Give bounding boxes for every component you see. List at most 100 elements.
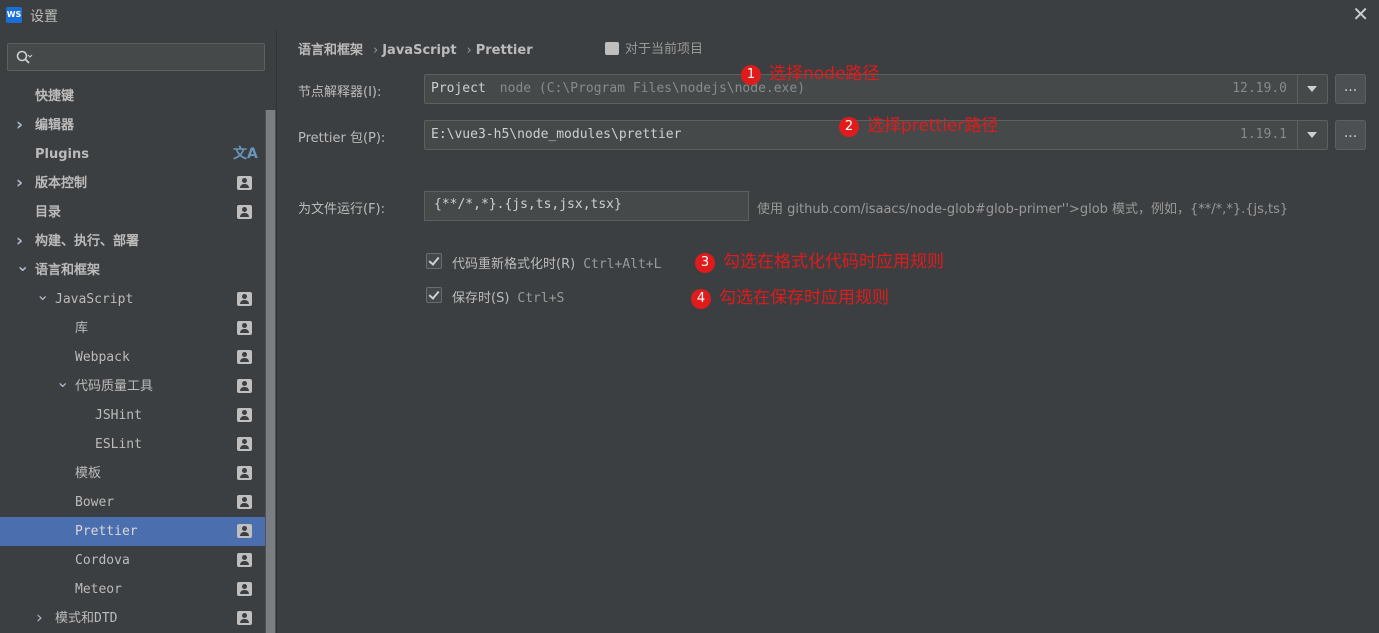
- project-level-icon: [237, 321, 252, 335]
- annotation-4: 4 勾选在保存时应用规则: [691, 283, 889, 309]
- sidebar-item[interactable]: Plugins 文A: [0, 140, 265, 169]
- project-level-icon: [237, 437, 252, 451]
- sidebar-item[interactable]: 目录: [0, 198, 265, 227]
- chevron-down-icon[interactable]: [1297, 75, 1327, 103]
- annotation-text: 勾选在保存时应用规则: [719, 288, 889, 308]
- chevron-down-icon[interactable]: [1297, 121, 1327, 149]
- annotation-number: 2: [839, 117, 859, 137]
- sidebar-item[interactable]: JSHint: [0, 401, 265, 430]
- annotation-text: 勾选在格式化代码时应用规则: [723, 252, 944, 272]
- project-level-icon: [237, 495, 252, 509]
- on-reformat-checkbox[interactable]: [426, 253, 442, 269]
- chevron-down-icon[interactable]: ⌄: [16, 251, 29, 280]
- chevron-right-icon[interactable]: ›: [36, 604, 43, 633]
- project-level-icon: [237, 176, 252, 190]
- sidebar-item-label: 版本控制: [35, 176, 88, 191]
- sidebar-item-label: ESLint: [95, 437, 142, 452]
- window-title: 设置: [30, 9, 58, 25]
- project-level-icon: [237, 582, 252, 596]
- settings-tree: 快捷键 › 编辑器 Plugins 文A › 版本控制 目录 › 构建、执行、部署 ⌄ 语言和框架 ⌄ J…: [0, 82, 276, 633]
- search-input[interactable]: [40, 48, 264, 68]
- sidebar-item-label: 模式和DTD: [55, 611, 118, 626]
- annotation-1: 1 选择node路径: [741, 59, 879, 85]
- sidebar-item-label: JSHint: [95, 408, 142, 423]
- sidebar-item[interactable]: › 构建、执行、部署: [0, 227, 265, 256]
- annotation-number: 1: [741, 65, 761, 85]
- sidebar-item-label: Meteor: [75, 582, 122, 597]
- project-level-icon: [237, 408, 252, 422]
- checkbox-label: 保存时(S): [452, 291, 510, 306]
- chevron-right-icon[interactable]: ›: [16, 169, 23, 198]
- sidebar-item-label: Prettier: [75, 524, 138, 539]
- project-icon: [605, 42, 619, 55]
- search-box[interactable]: [7, 43, 265, 71]
- sidebar-item[interactable]: 模板: [0, 459, 265, 488]
- project-level-icon: [237, 466, 252, 480]
- breadcrumb-item: 语言和框架: [298, 43, 364, 58]
- annotation-number: 3: [695, 253, 715, 273]
- shortcut-hint: Ctrl+Alt+L: [583, 257, 662, 272]
- project-level-icon: [237, 553, 252, 567]
- node-browse-button[interactable]: ...: [1335, 74, 1366, 104]
- sidebar-item-label: 快捷键: [35, 89, 75, 104]
- prettier-package-label: Prettier 包(P):: [298, 131, 386, 146]
- annotation-text: 选择prettier路径: [867, 116, 999, 136]
- sidebar-item[interactable]: › 模式和DTD: [0, 604, 265, 633]
- sidebar-item[interactable]: 快捷键: [0, 82, 265, 111]
- project-level-icon: [237, 524, 252, 538]
- settings-sidebar: 快捷键 › 编辑器 Plugins 文A › 版本控制 目录 › 构建、执行、部署 ⌄ 语言和框架 ⌄ J…: [0, 30, 276, 633]
- sidebar-item[interactable]: › 版本控制: [0, 169, 265, 198]
- sidebar-item-label: 模板: [75, 466, 102, 481]
- annotation-number: 4: [691, 289, 711, 309]
- checkbox-label: 代码重新格式化时(R): [452, 257, 576, 272]
- project-scope-label: 对于当前项目: [625, 42, 704, 57]
- sidebar-item[interactable]: Cordova: [0, 546, 265, 575]
- prettier-browse-button[interactable]: ...: [1335, 120, 1366, 150]
- sidebar-item[interactable]: ⌄ JavaScript: [0, 285, 265, 314]
- prettier-version: 1.19.1: [1240, 127, 1287, 142]
- project-level-icon: [237, 611, 252, 625]
- sidebar-item-label: 编辑器: [35, 118, 75, 133]
- sidebar-item[interactable]: Webpack: [0, 343, 265, 372]
- run-for-files-input[interactable]: {**/*,*}.{js,ts,jsx,tsx}: [424, 191, 749, 221]
- sidebar-item-label: 构建、执行、部署: [35, 234, 140, 249]
- project-scope-note: 对于当前项目: [605, 38, 703, 57]
- sidebar-item-label: 目录: [35, 205, 62, 220]
- breadcrumb-item: Prettier: [475, 43, 533, 58]
- sidebar-item-label: 代码质量工具: [75, 379, 154, 394]
- sidebar-item-label: 库: [75, 321, 89, 336]
- close-icon[interactable]: ✕: [1352, 2, 1369, 26]
- app-icon: WS: [6, 7, 22, 23]
- chevron-right-icon[interactable]: ›: [16, 111, 23, 140]
- sidebar-item[interactable]: Meteor: [0, 575, 265, 604]
- breadcrumb-separator: ›: [373, 43, 379, 58]
- node-interpreter-project: Project: [431, 81, 486, 96]
- project-level-icon: [237, 350, 252, 364]
- sidebar-item[interactable]: Bower: [0, 488, 265, 517]
- sidebar-item[interactable]: Prettier: [0, 517, 276, 546]
- title-bar: WS 设置 ✕: [0, 0, 1379, 30]
- translate-icon: 文A: [233, 146, 258, 162]
- breadcrumb-item: JavaScript: [382, 43, 457, 58]
- chevron-down-icon[interactable]: ⌄: [36, 280, 49, 309]
- sidebar-item-label: Bower: [75, 495, 115, 510]
- shortcut-hint: Ctrl+S: [517, 291, 565, 306]
- annotation-3: 3 勾选在格式化代码时应用规则: [695, 247, 944, 273]
- breadcrumb-separator: ›: [466, 43, 472, 58]
- chevron-down-icon[interactable]: ⌄: [56, 367, 69, 396]
- sidebar-item-label: JavaScript: [55, 292, 134, 307]
- scrollbar-thumb[interactable]: [266, 110, 275, 633]
- search-icon: [16, 50, 33, 64]
- annotation-2: 2 选择prettier路径: [839, 111, 998, 137]
- project-level-icon: [237, 379, 252, 393]
- sidebar-item[interactable]: ESLint: [0, 430, 265, 459]
- on-save-checkbox[interactable]: [426, 287, 442, 303]
- sidebar-item[interactable]: 库: [0, 314, 265, 343]
- on-save-label: 保存时(S) Ctrl+S: [452, 287, 564, 306]
- sidebar-item[interactable]: ⌄ 代码质量工具: [0, 372, 265, 401]
- sidebar-item-label: Webpack: [75, 350, 130, 365]
- sidebar-item[interactable]: › 编辑器: [0, 111, 265, 140]
- glob-hint: 使用 github.com/isaacs/node-glob#glob-prim…: [757, 202, 1289, 217]
- prettier-package-value: E:\vue3-h5\node_modules\prettier: [431, 127, 682, 142]
- run-for-files-label: 为文件运行(F):: [298, 202, 386, 217]
